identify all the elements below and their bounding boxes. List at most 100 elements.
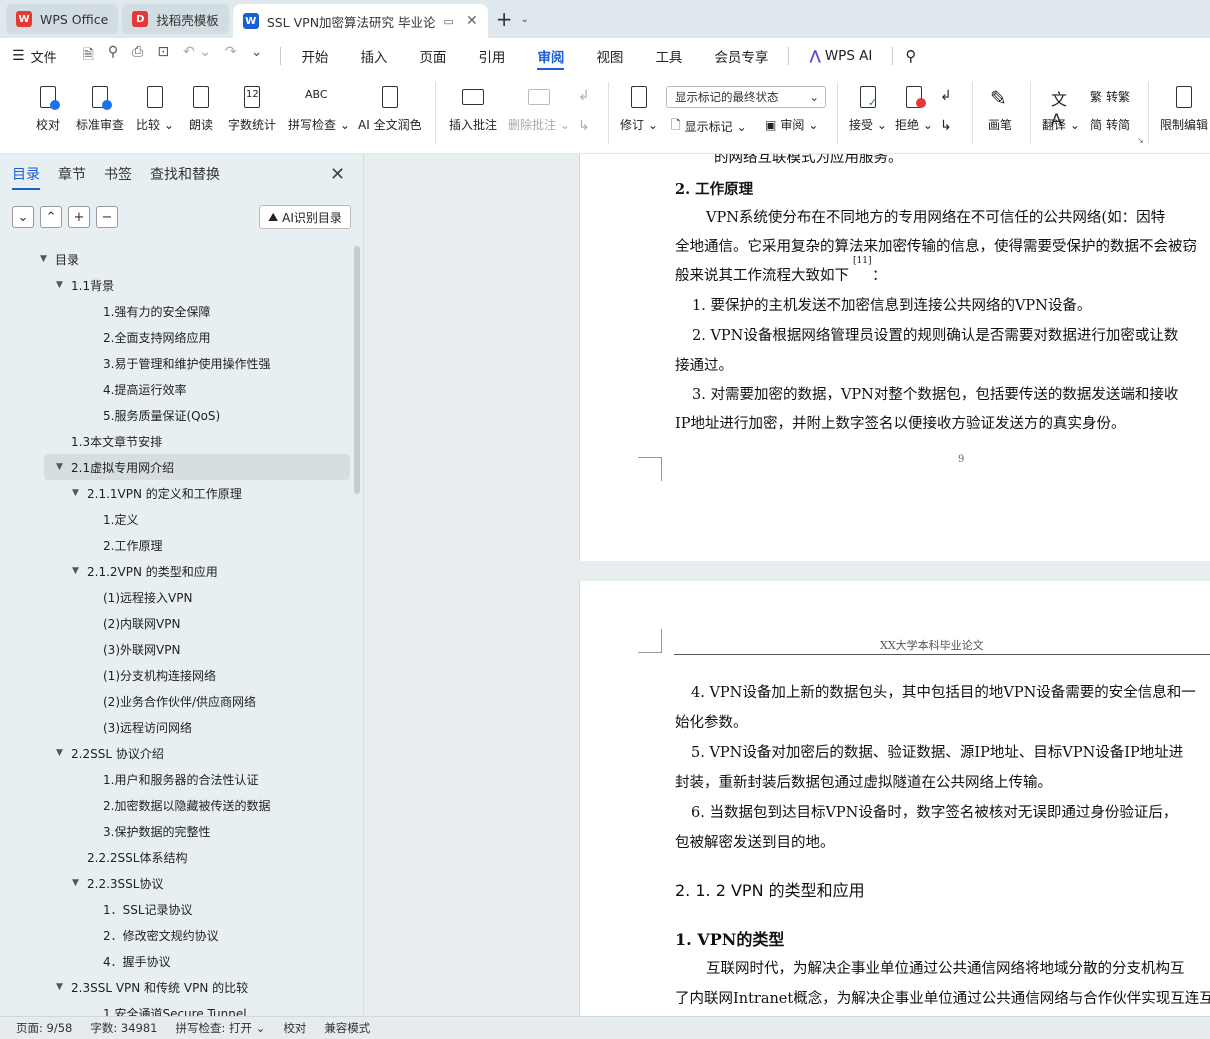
toc-item[interactable]: 2.2.2SSL体系结构: [0, 844, 352, 870]
tab-document[interactable]: W SSL VPN加密算法研究 毕业论 ▭ ✕: [232, 4, 488, 38]
toc-item[interactable]: (2)内联网VPN: [0, 610, 352, 636]
word-count-indicator[interactable]: 字数: 34981: [90, 1020, 175, 1036]
proofread-button[interactable]: 校对: [34, 74, 62, 133]
next-comment-icon[interactable]: ↳: [578, 118, 590, 134]
menu-tools[interactable]: 工具: [639, 38, 698, 74]
toc-item[interactable]: 5.服务质量保证(QoS): [0, 402, 352, 428]
toc-item[interactable]: (1)远程接入VPN: [0, 584, 352, 610]
close-icon[interactable]: ✕: [330, 164, 345, 185]
toc-item[interactable]: ▼ 2.1虚拟专用网介绍: [44, 454, 350, 480]
toc-item[interactable]: ▼ 2.1.1VPN 的定义和工作原理: [0, 480, 352, 506]
toc-item[interactable]: (1)分支机构连接网络: [0, 662, 352, 688]
save-icon[interactable]: 🗎: [83, 44, 94, 68]
toc-item[interactable]: ▼ 2.2SSL 协议介绍: [0, 740, 352, 766]
delete-comment-button[interactable]: 删除批注 ⌄: [508, 74, 570, 133]
menu-view[interactable]: 视图: [580, 38, 639, 74]
expand-triangle-icon[interactable]: ▼: [56, 748, 63, 758]
print-preview-icon[interactable]: ⊡: [157, 44, 169, 68]
expand-corner-icon[interactable]: ↘: [1137, 136, 1144, 145]
expand-icon[interactable]: ⌃: [40, 206, 62, 228]
prev-change-icon[interactable]: ↲: [940, 88, 952, 104]
page-indicator[interactable]: 页面: 9/58: [16, 1020, 90, 1036]
file-menu[interactable]: ☰ 文件: [12, 47, 69, 66]
prev-comment-icon[interactable]: ↲: [578, 88, 590, 104]
standard-review-button[interactable]: 标准审查: [76, 74, 124, 133]
toc-item[interactable]: 3.保护数据的完整性: [0, 818, 352, 844]
toc-item[interactable]: 4．握手协议: [0, 948, 352, 974]
panel-tab-find-replace[interactable]: 查找和替换: [150, 164, 220, 184]
menu-wps-ai[interactable]: ⋀ WPS AI: [793, 38, 888, 74]
toc-item[interactable]: ▼ 目录: [0, 246, 352, 272]
next-change-icon[interactable]: ↳: [940, 118, 952, 134]
review-pane-button[interactable]: ▣ 审阅 ⌄: [765, 116, 818, 133]
toc-item[interactable]: ▼ 2.3SSL VPN 和传统 VPN 的比较: [0, 974, 352, 1000]
word-count-button[interactable]: 12 字数统计: [228, 74, 276, 133]
new-tab-plus-icon[interactable]: +: [492, 7, 517, 31]
pen-button[interactable]: ✎ 画笔: [986, 74, 1014, 133]
toc-item[interactable]: 2．修改密文规约协议: [0, 922, 352, 948]
collapse-icon[interactable]: ⌄: [12, 206, 34, 228]
search-icon[interactable]: ⚲: [897, 47, 924, 65]
document-page[interactable]: 的网络互联模式为应用服务。 2. 工作原理 VPN系统使分布在不同地方的专用网络…: [579, 154, 1210, 561]
menu-review[interactable]: 审阅: [521, 38, 580, 74]
undo-icon[interactable]: ↶ ⌄: [183, 44, 211, 68]
redo-icon[interactable]: ↷: [225, 44, 237, 68]
expand-triangle-icon[interactable]: ▼: [56, 982, 63, 992]
toc-item[interactable]: ▼ 2.1.2VPN 的类型和应用: [0, 558, 352, 584]
toc-item[interactable]: 4.提高运行效率: [0, 376, 352, 402]
add-heading-icon[interactable]: +: [68, 206, 90, 228]
menu-home[interactable]: 开始: [285, 38, 344, 74]
compare-button[interactable]: 比较 ⌄: [136, 74, 174, 133]
toc-item[interactable]: 1.3本文章节安排: [0, 428, 352, 454]
to-traditional-button[interactable]: 繁 转繁: [1090, 88, 1130, 105]
toc-item[interactable]: 2.工作原理: [0, 532, 352, 558]
toc-item[interactable]: ▼ 2.2.3SSL协议: [0, 870, 352, 896]
read-aloud-button[interactable]: 朗读: [187, 74, 215, 133]
document-page[interactable]: XX大学本科毕业论文 4. VPN设备加上新的数据包头，其中包括目的地VPN设备…: [579, 581, 1210, 1016]
chevron-down-icon[interactable]: ⌄: [520, 14, 528, 25]
reject-button[interactable]: 拒绝 ⌄: [895, 74, 933, 133]
toc-item[interactable]: (3)外联网VPN: [0, 636, 352, 662]
expand-triangle-icon[interactable]: ▼: [72, 566, 79, 576]
panel-scrollbar[interactable]: [354, 246, 360, 494]
panel-tab-toc[interactable]: 目录: [12, 164, 40, 190]
menu-references[interactable]: 引用: [462, 38, 521, 74]
to-simplified-button[interactable]: 简 转简: [1090, 116, 1130, 133]
show-markup-button[interactable]: 🗋 显示标记 ⌄: [671, 116, 747, 137]
toc-item[interactable]: ▼ 1.1背景: [0, 272, 352, 298]
restrict-edit-button[interactable]: 限制编辑: [1160, 74, 1208, 133]
toc-item[interactable]: 1．SSL记录协议: [0, 896, 352, 922]
more-chevron-icon[interactable]: ⌄: [251, 44, 263, 68]
toc-item[interactable]: (2)业务合作伙伴/供应商网络: [0, 688, 352, 714]
panel-tab-sections[interactable]: 章节: [58, 164, 86, 184]
print-icon[interactable]: ⎙: [132, 44, 143, 68]
accept-button[interactable]: ✓ 接受 ⌄: [849, 74, 887, 133]
proofread-status[interactable]: 校对: [283, 1020, 324, 1036]
spell-check-button[interactable]: ABC 拼写检查 ⌄: [288, 74, 350, 133]
display-mode-select[interactable]: 显示标记的最终状态 ⌄: [666, 86, 826, 108]
toc-item[interactable]: 2.加密数据以隐藏被传送的数据: [0, 792, 352, 818]
panel-tab-bookmarks[interactable]: 书签: [104, 164, 132, 184]
close-icon[interactable]: ✕: [466, 13, 478, 29]
menu-membership[interactable]: 会员专享: [698, 38, 784, 74]
toc-item[interactable]: 1.用户和服务器的合法性认证: [0, 766, 352, 792]
menu-insert[interactable]: 插入: [344, 38, 403, 74]
expand-triangle-icon[interactable]: ▼: [72, 878, 79, 888]
monitor-icon[interactable]: ▭: [444, 15, 454, 28]
menu-page[interactable]: 页面: [403, 38, 462, 74]
ai-polish-button[interactable]: AI 全文润色: [358, 74, 422, 133]
toc-item[interactable]: 1.定义: [0, 506, 352, 532]
tab-wps-office[interactable]: W WPS Office: [6, 4, 119, 34]
spell-check-toggle[interactable]: 拼写检查: 打开 ⌄: [175, 1020, 283, 1036]
expand-triangle-icon[interactable]: ▼: [56, 280, 63, 290]
toc-item[interactable]: 1.强有力的安全保障: [0, 298, 352, 324]
ai-recognize-toc-button[interactable]: ⛰ AI识别目录: [259, 205, 351, 229]
toc-item[interactable]: 2.全面支持网络应用: [0, 324, 352, 350]
remove-heading-icon[interactable]: −: [96, 206, 118, 228]
toc-item[interactable]: 3.易于管理和维护使用操作性强: [0, 350, 352, 376]
translate-button[interactable]: 文A 翻译 ⌄: [1042, 74, 1080, 133]
toc-item[interactable]: (3)远程访问网络: [0, 714, 352, 740]
expand-triangle-icon[interactable]: ▼: [72, 488, 79, 498]
track-changes-button[interactable]: 修订 ⌄: [620, 74, 658, 133]
expand-triangle-icon[interactable]: ▼: [40, 254, 47, 264]
